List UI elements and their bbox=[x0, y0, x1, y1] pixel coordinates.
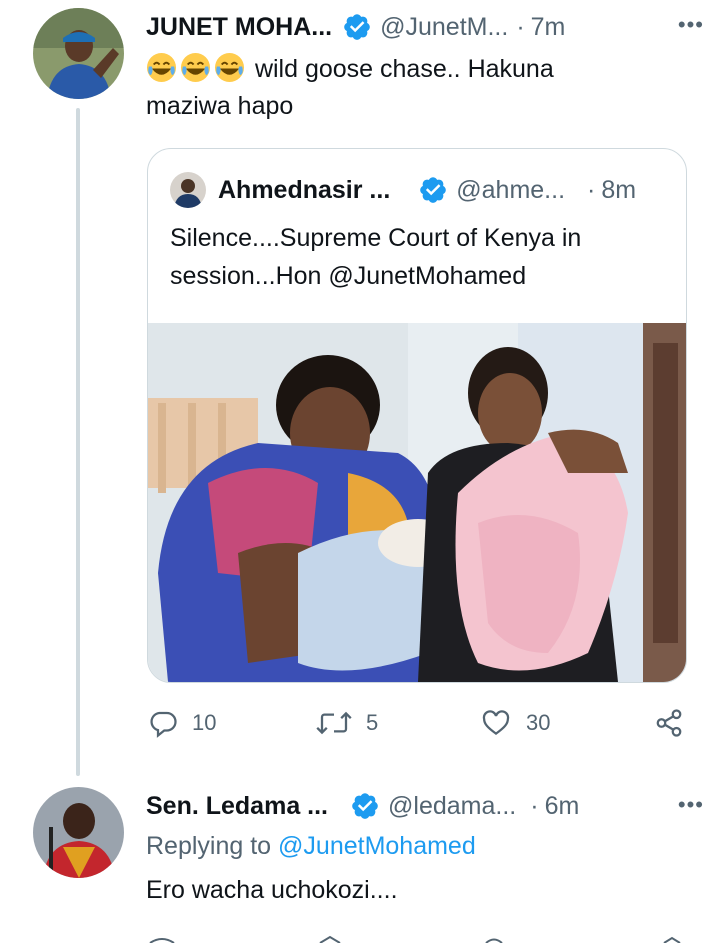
author-handle[interactable]: @JunetM... bbox=[380, 13, 508, 42]
heart-icon bbox=[482, 710, 510, 736]
quoted-text-line1: Silence....Supreme Court of Kenya in bbox=[170, 224, 582, 252]
replying-mention-link[interactable]: @JunetMohamed bbox=[278, 832, 476, 860]
retweet-icon bbox=[316, 711, 352, 735]
more-options-icon[interactable]: ••• bbox=[678, 12, 704, 38]
joy-emoji-icon bbox=[146, 52, 255, 83]
tweet-actions: 10 5 30 bbox=[146, 700, 686, 750]
replying-to: Replying to @JunetMohamed bbox=[146, 832, 476, 861]
tweet-text-line1: wild goose chase.. Hakuna bbox=[254, 55, 554, 83]
reply-text: Ero wacha uchokozi.... bbox=[146, 876, 398, 904]
retweet-count: 5 bbox=[366, 710, 379, 735]
next-actions-partial bbox=[0, 930, 720, 944]
like-button[interactable]: 30 bbox=[480, 708, 550, 738]
avatar-ahmednasir[interactable] bbox=[170, 172, 206, 208]
reply-count: 10 bbox=[192, 710, 217, 735]
share-icon bbox=[656, 709, 682, 737]
quoted-tweet-header: Ahmednasir ... @ahme... · 8m bbox=[170, 171, 636, 209]
author-handle[interactable]: @ledama... bbox=[388, 792, 516, 821]
replying-prefix: Replying to bbox=[146, 832, 272, 860]
quoted-timestamp[interactable]: 8m bbox=[601, 176, 636, 205]
tweet-header: Sen. Ledama ... @ledama... · 6m bbox=[146, 789, 579, 823]
like-count: 30 bbox=[526, 710, 551, 735]
tweet-text: wild goose chase.. Hakuna maziwa hapo bbox=[146, 51, 554, 125]
reply-button[interactable]: 10 bbox=[148, 708, 216, 738]
timestamp[interactable]: 6m bbox=[545, 792, 580, 821]
quoted-tweet-photo[interactable] bbox=[148, 323, 686, 682]
separator-dot: · bbox=[516, 12, 525, 41]
author-name[interactable]: Sen. Ledama ... bbox=[146, 792, 328, 821]
quoted-tweet[interactable]: Ahmednasir ... @ahme... · 8m Silence....… bbox=[147, 148, 687, 683]
share-button[interactable] bbox=[654, 708, 698, 738]
avatar-ledama[interactable] bbox=[33, 787, 124, 878]
quoted-text-line2: session...Hon @JunetMohamed bbox=[170, 262, 527, 290]
timestamp[interactable]: 7m bbox=[531, 13, 566, 42]
verified-badge-icon bbox=[344, 14, 370, 40]
separator-dot: · bbox=[587, 175, 596, 204]
tweet-ledama[interactable]: Sen. Ledama ... @ledama... · 6m ••• bbox=[0, 784, 720, 938]
quoted-author-handle[interactable]: @ahme... bbox=[456, 176, 565, 205]
tweet-junet[interactable]: JUNET MOHA... @JunetM... · 7m ••• wild g… bbox=[0, 0, 720, 780]
author-name[interactable]: JUNET MOHA... bbox=[146, 13, 332, 42]
thread-line bbox=[76, 108, 80, 776]
verified-badge-icon bbox=[352, 793, 378, 819]
tweet-header: JUNET MOHA... @JunetM... · 7m bbox=[146, 10, 565, 44]
quoted-author-name[interactable]: Ahmednasir ... bbox=[218, 176, 390, 205]
verified-badge-icon bbox=[420, 177, 447, 203]
separator-dot: · bbox=[530, 791, 539, 820]
avatar-junet[interactable] bbox=[33, 8, 124, 99]
quoted-tweet-text: Silence....Supreme Court of Kenya in ses… bbox=[170, 219, 581, 295]
retweet-button[interactable]: 5 bbox=[316, 708, 378, 738]
tweet-text-line2: maziwa hapo bbox=[146, 92, 294, 120]
reply-icon bbox=[150, 711, 177, 738]
more-options-icon[interactable]: ••• bbox=[678, 792, 704, 818]
